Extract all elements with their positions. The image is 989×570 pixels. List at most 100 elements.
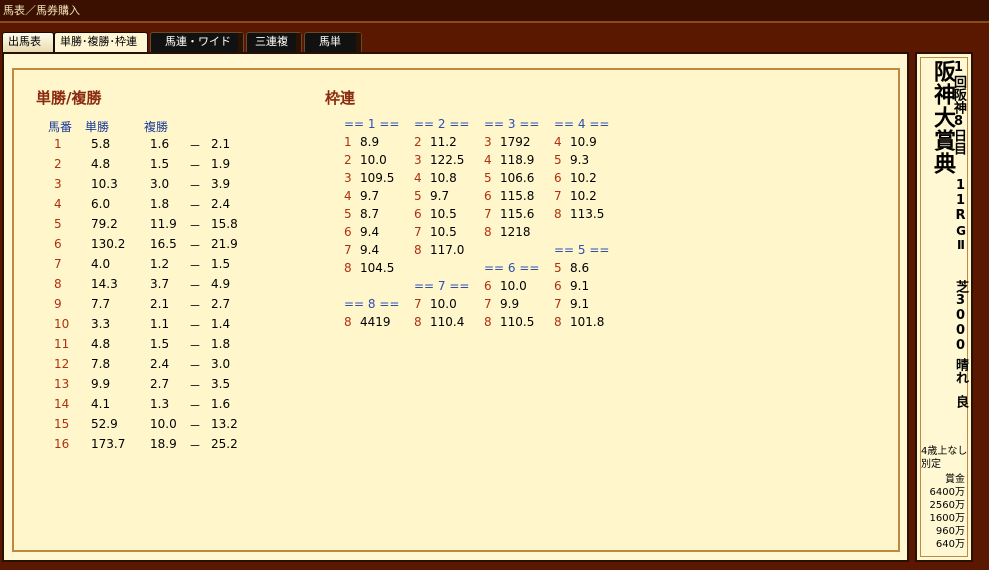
bracket-odds: 8.7 xyxy=(360,207,380,221)
bracket-pair-number: 8 xyxy=(414,315,422,329)
bracket-pair-number: 5 xyxy=(554,261,562,275)
bracket-odds: 10.8 xyxy=(430,171,457,185)
bracket-odds: 9.4 xyxy=(360,243,380,257)
place-odds-min: 1.3 xyxy=(150,397,170,411)
bracket-title: 枠連 xyxy=(325,89,356,107)
bracket-odds: 4419 xyxy=(360,315,391,329)
range-dash: － xyxy=(189,379,202,393)
range-dash: － xyxy=(189,219,202,233)
place-odds-max: 4.9 xyxy=(211,277,231,291)
range-dash: － xyxy=(189,259,202,273)
bracket-odds: 9.1 xyxy=(570,297,590,311)
place-odds-max: 2.1 xyxy=(211,137,231,151)
place-odds-min: 2.4 xyxy=(150,357,170,371)
tab-label: 馬単 xyxy=(319,35,341,48)
place-odds-min: 10.0 xyxy=(150,417,177,431)
win-odds: 9.9 xyxy=(91,377,111,391)
range-dash: － xyxy=(189,419,202,433)
horse-number: 8 xyxy=(54,277,62,291)
bracket-group-5: == 5 == xyxy=(554,243,610,257)
bracket-pair-number: 7 xyxy=(484,207,492,221)
bracket-pair-number: 6 xyxy=(554,279,562,293)
bracket-odds: 118.9 xyxy=(500,153,535,167)
tab-exacta[interactable]: 馬単 xyxy=(304,32,362,52)
horse-number: 13 xyxy=(54,377,70,391)
bracket-pair-number: 5 xyxy=(344,207,352,221)
horse-number: 16 xyxy=(54,437,70,451)
place-odds-max: 2.4 xyxy=(211,197,231,211)
horse-number: 15 xyxy=(54,417,70,431)
place-odds-max: 2.7 xyxy=(211,297,231,311)
win-odds: 10.3 xyxy=(91,177,118,191)
horse-number: 11 xyxy=(54,337,70,351)
place-odds-min: 1.6 xyxy=(150,137,170,151)
bracket-odds: 8.6 xyxy=(570,261,590,275)
bracket-pair-number: 8 xyxy=(554,207,562,221)
tab-entry-table[interactable]: 出馬表 xyxy=(2,32,54,52)
race-going: 良 xyxy=(953,395,968,408)
win-odds: 7.7 xyxy=(91,297,111,311)
place-odds-min: 1.5 xyxy=(150,157,170,171)
bracket-odds: 110.5 xyxy=(500,315,535,329)
prize-amount: 6400万 xyxy=(929,487,965,498)
place-header: 複勝 xyxy=(144,120,169,134)
tab-quinella-wide[interactable]: 馬連・ワイド xyxy=(150,32,244,52)
place-odds-min: 18.9 xyxy=(150,437,177,451)
place-odds-max: 1.6 xyxy=(211,397,231,411)
win-odds: 130.2 xyxy=(91,237,126,251)
bracket-odds: 9.7 xyxy=(430,189,450,203)
horse-number: 14 xyxy=(54,397,70,411)
range-dash: － xyxy=(189,359,202,373)
window-right-edge xyxy=(973,52,989,570)
horse-number: 6 xyxy=(54,237,62,251)
bracket-pair-number: 8 xyxy=(414,243,422,257)
bracket-group-4: == 4 == xyxy=(554,117,610,131)
odds-inner-frame: 単勝/複勝 馬番 単勝 複勝 1 5.8 1.6 － 2.1 2 4.8 1.5 － 1.9 3 10… xyxy=(12,68,900,552)
bracket-pair-number: 6 xyxy=(484,279,492,293)
place-odds-max: 1.8 xyxy=(211,337,231,351)
race-meeting: 1回阪神8日目 xyxy=(951,60,966,155)
win-odds: 7.8 xyxy=(91,357,111,371)
bracket-odds: 1792 xyxy=(500,135,531,149)
race-condition-age: 4歳上なし xyxy=(921,446,968,457)
prize-amount: 960万 xyxy=(935,526,965,537)
bracket-group-3: == 3 == xyxy=(484,117,540,131)
place-odds-min: 2.7 xyxy=(150,377,170,391)
bracket-pair-number: 3 xyxy=(484,135,492,149)
place-odds-min: 2.1 xyxy=(150,297,170,311)
bracket-odds: 122.5 xyxy=(430,153,465,167)
place-odds-max: 1.4 xyxy=(211,317,231,331)
tab-label: 馬連・ワイド xyxy=(165,35,231,48)
tab-bar: 出馬表 単勝･複勝･枠連 馬連・ワイド 三連複 馬単 xyxy=(0,32,900,52)
bracket-odds: 10.2 xyxy=(570,171,597,185)
bracket-pair-number: 6 xyxy=(414,207,422,221)
bracket-odds: 101.8 xyxy=(570,315,605,329)
place-odds-max: 21.9 xyxy=(211,237,238,251)
win-odds: 4.8 xyxy=(91,157,111,171)
range-dash: － xyxy=(189,199,202,213)
bracket-pair-number: 1 xyxy=(344,135,352,149)
bracket-pair-number: 7 xyxy=(344,243,352,257)
bracket-odds: 109.5 xyxy=(360,171,395,185)
prize-label: 賞金 xyxy=(945,474,965,485)
race-info-sidebar: 阪神大賞典 1回阪神8日目 11R GⅡ 芝3000 晴れ 良 4歳上なし 別定… xyxy=(915,52,973,562)
bracket-pair-number: 2 xyxy=(344,153,352,167)
tab-win-place-bracket[interactable]: 単勝･複勝･枠連 xyxy=(54,32,148,52)
race-number: 11R xyxy=(953,178,968,223)
bracket-pair-number: 7 xyxy=(554,297,562,311)
bracket-odds: 9.1 xyxy=(570,279,590,293)
bracket-pair-number: 8 xyxy=(344,315,352,329)
bracket-odds: 10.9 xyxy=(570,135,597,149)
bracket-odds: 10.0 xyxy=(430,297,457,311)
bracket-pair-number: 6 xyxy=(344,225,352,239)
tab-trio[interactable]: 三連複 xyxy=(246,32,302,52)
win-odds: 5.8 xyxy=(91,137,111,151)
window-title: 馬表／馬券購入 xyxy=(0,0,989,22)
place-odds-max: 3.9 xyxy=(211,177,231,191)
range-dash: － xyxy=(189,399,202,413)
bracket-odds: 10.0 xyxy=(500,279,527,293)
place-odds-min: 11.9 xyxy=(150,217,177,231)
horse-number: 5 xyxy=(54,217,62,231)
range-dash: － xyxy=(189,319,202,333)
bracket-pair-number: 8 xyxy=(484,315,492,329)
